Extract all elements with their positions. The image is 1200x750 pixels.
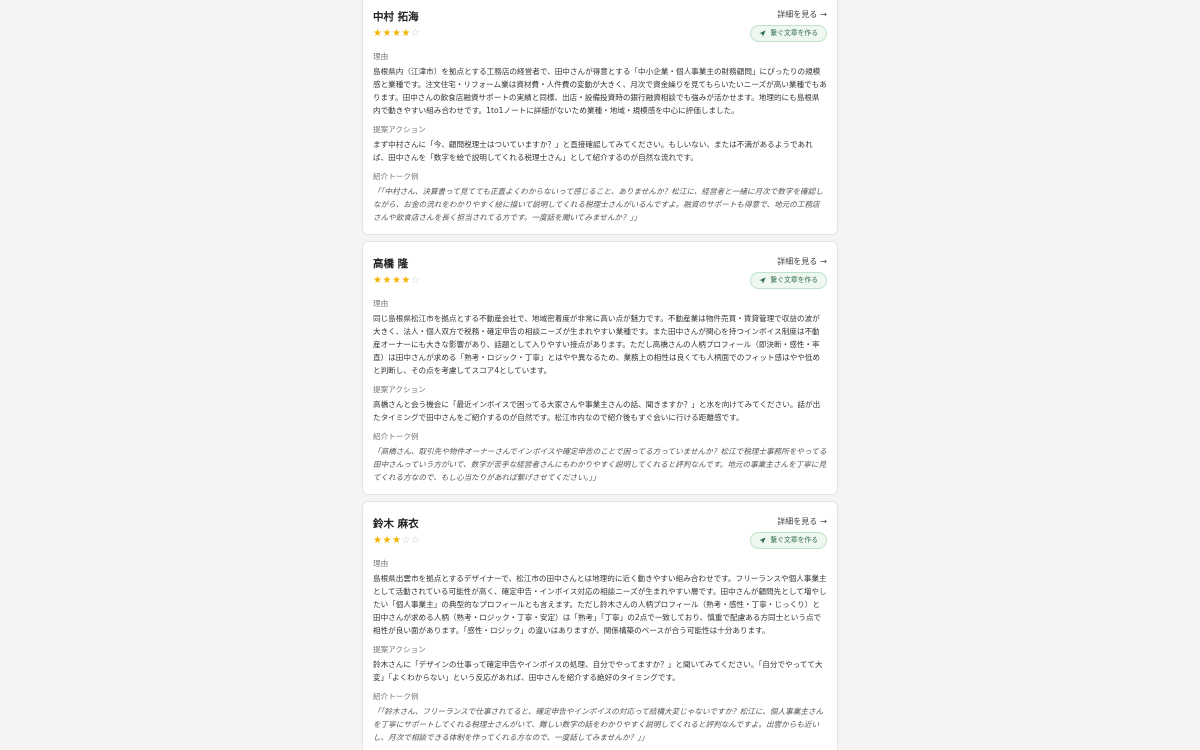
compose-message-label: 繋ぐ文章を作る [770,536,818,544]
person-name: 鈴木 麻衣 [373,518,419,530]
reason-text: 島根県出雲市を拠点とするデザイナーで、松江市の田中さんとは地理的に近く動きやすい… [373,574,827,635]
star-rating: ★★★☆☆ [373,535,420,547]
send-icon [759,537,767,544]
action-text: 高橋さんと会う機会に「最近インボイスで困ってる大家さんや事業主さんの話、聞きます… [373,400,821,422]
card-actions: 詳細を見る → 繋ぐ文章を作る [750,516,827,549]
compose-message-button[interactable]: 繋ぐ文章を作る [750,25,827,42]
card-header: 高橋 隆 ★★★★☆ 詳細を見る → 繋ぐ文章を作る [373,256,827,289]
card-title-block: 中村 拓海 ★★★★☆ [373,9,420,40]
view-details-link[interactable]: 詳細を見る → [777,516,827,528]
compose-message-label: 繋ぐ文章を作る [770,29,818,37]
star-empty-icon: ☆ [410,275,421,286]
action-text: 鈴木さんに「デザインの仕事って確定申告やインボイスの処理、自分でやってますか？」… [373,660,823,682]
view-details-label: 詳細を見る [777,10,818,19]
talk-label: 紹介トーク例 [373,432,419,441]
reason-label: 理由 [373,559,389,568]
send-icon [759,30,767,37]
star-empty-icon: ☆ [410,535,421,546]
match-list: 中村 拓海 ★★★★☆ 詳細を見る → 繋ぐ文章を作る 理由 島根県内（江津市）を… [362,0,838,750]
star-empty-icon: ☆ [410,28,421,39]
card-actions: 詳細を見る → 繋ぐ文章を作る [750,256,827,289]
star-rating: ★★★★☆ [373,275,420,287]
star-filled-icon: ★ [391,28,402,39]
star-filled-icon: ★ [391,535,402,546]
action-label: 提案アクション [373,385,426,394]
action-text: まず中村さんに「今、顧問税理士はついていますか？」と直接確認してみてください。も… [373,140,813,162]
arrow-right-icon: → [820,517,827,526]
card-title-block: 高橋 隆 ★★★★☆ [373,256,420,287]
reason-text: 同じ島根県松江市を拠点とする不動産会社で、地域密着度が非常に高い点が魅力です。不… [373,314,821,375]
talk-label: 紹介トーク例 [373,692,419,701]
card-actions: 詳細を見る → 繋ぐ文章を作る [750,9,827,42]
card-header: 鈴木 麻衣 ★★★☆☆ 詳細を見る → 繋ぐ文章を作る [373,516,827,549]
star-filled-icon: ★ [401,28,411,39]
star-rating: ★★★★☆ [373,28,420,40]
star-filled-icon: ★ [382,275,392,286]
action-label: 提案アクション [373,645,426,654]
match-card: 高橋 隆 ★★★★☆ 詳細を見る → 繋ぐ文章を作る 理由 同じ島根県松江市を拠点… [362,241,838,495]
talk-example-text: 「「中村さん、決算書って見てても正直よくわからないって感じること、ありませんか？… [373,187,823,222]
card-header: 中村 拓海 ★★★★☆ 詳細を見る → 繋ぐ文章を作る [373,9,827,42]
view-details-link[interactable]: 詳細を見る → [777,256,827,268]
arrow-right-icon: → [820,10,827,19]
star-filled-icon: ★ [382,28,392,39]
card-title-block: 鈴木 麻衣 ★★★☆☆ [373,516,420,547]
talk-label: 紹介トーク例 [373,172,419,181]
star-filled-icon: ★ [401,275,411,286]
send-icon [759,277,767,284]
star-filled-icon: ★ [391,275,402,286]
reason-label: 理由 [373,52,389,61]
match-card: 鈴木 麻衣 ★★★☆☆ 詳細を見る → 繋ぐ文章を作る 理由 島根県出雲市を拠点と… [362,501,838,750]
person-name: 高橋 隆 [373,258,409,270]
view-details-label: 詳細を見る [777,257,818,266]
view-details-link[interactable]: 詳細を見る → [777,9,827,21]
action-label: 提案アクション [373,125,426,134]
star-empty-icon: ☆ [401,535,411,546]
reason-text: 島根県内（江津市）を拠点とする工務店の経営者で、田中さんが得意とする「中小企業・… [373,67,827,115]
reason-label: 理由 [373,299,389,308]
view-details-label: 詳細を見る [777,517,818,526]
talk-example-text: 「「鈴木さん、フリーランスで仕事されてると、確定申告やインボイスの対応って結構大… [373,707,824,742]
match-card: 中村 拓海 ★★★★☆ 詳細を見る → 繋ぐ文章を作る 理由 島根県内（江津市）を… [362,0,838,235]
compose-message-button[interactable]: 繋ぐ文章を作る [750,532,827,549]
talk-example-text: 「高橋さん、取引先や物件オーナーさんでインボイスや確定申告のことで困ってる方って… [373,447,827,482]
arrow-right-icon: → [820,257,827,266]
compose-message-button[interactable]: 繋ぐ文章を作る [750,272,827,289]
compose-message-label: 繋ぐ文章を作る [770,276,818,284]
person-name: 中村 拓海 [373,11,419,23]
star-filled-icon: ★ [382,535,392,546]
